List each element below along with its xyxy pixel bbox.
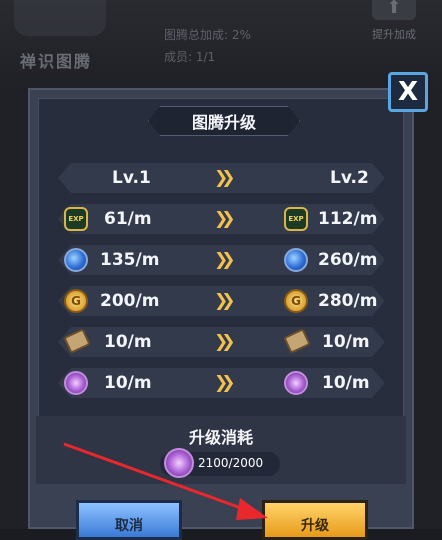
upgrade-button[interactable]: 升级	[262, 500, 368, 540]
cost-value: 2100/2000	[198, 456, 264, 470]
purple-swirl-icon	[284, 371, 308, 395]
close-icon: X	[397, 77, 419, 107]
stat-current: 200/m	[100, 291, 160, 311]
stat-current: 10/m	[104, 373, 152, 393]
cost-title: 升级消耗	[188, 428, 253, 447]
totem-emblem-label: 禅识图腾	[20, 52, 93, 71]
stat-next: 10/m	[322, 332, 370, 352]
chevron-right-icon: ❯❯	[214, 332, 235, 352]
chevron-right-icon: ❯❯	[214, 250, 235, 270]
stat-next: 112/m	[318, 209, 378, 229]
stat-current: 135/m	[100, 250, 160, 270]
upgrade-button-label: 升级	[301, 518, 329, 534]
chevron-right-icon: ❯❯	[214, 168, 235, 188]
chevron-right-icon: ❯❯	[214, 291, 235, 311]
gold-coin-icon: G	[64, 289, 88, 313]
stat-next: 10/m	[322, 373, 370, 393]
background-left-strip	[0, 92, 28, 529]
cancel-button-label: 取消	[115, 518, 143, 534]
chevron-right-icon: ❯❯	[214, 373, 235, 393]
purple-swirl-icon	[164, 448, 194, 478]
level-next: Lv.2	[330, 168, 369, 188]
cancel-button[interactable]: 取消	[76, 500, 182, 540]
close-button[interactable]: X	[388, 72, 428, 112]
background-upgrade-label: 提升加成	[372, 28, 416, 41]
stat-current: 61/m	[104, 209, 152, 229]
dialog-title: 图腾升级	[148, 106, 300, 136]
gold-coin-icon: G	[284, 289, 308, 313]
blue-orb-icon	[284, 248, 308, 272]
background-bonus-text: 图腾总加成: 2%	[164, 28, 251, 42]
purple-swirl-icon	[64, 371, 88, 395]
background-members-text: 成员: 1/1	[164, 50, 216, 64]
stat-current: 10/m	[104, 332, 152, 352]
background-right-strip	[414, 92, 442, 529]
level-current: Lv.1	[112, 168, 151, 188]
exp-icon: EXP	[284, 207, 308, 231]
totem-emblem	[14, 0, 106, 36]
blue-orb-icon	[64, 248, 88, 272]
stat-next: 280/m	[318, 291, 378, 311]
exp-icon: EXP	[64, 207, 88, 231]
upgrade-arrow-icon: ⬆	[372, 0, 416, 20]
stat-next: 260/m	[318, 250, 378, 270]
chevron-right-icon: ❯❯	[214, 209, 235, 229]
